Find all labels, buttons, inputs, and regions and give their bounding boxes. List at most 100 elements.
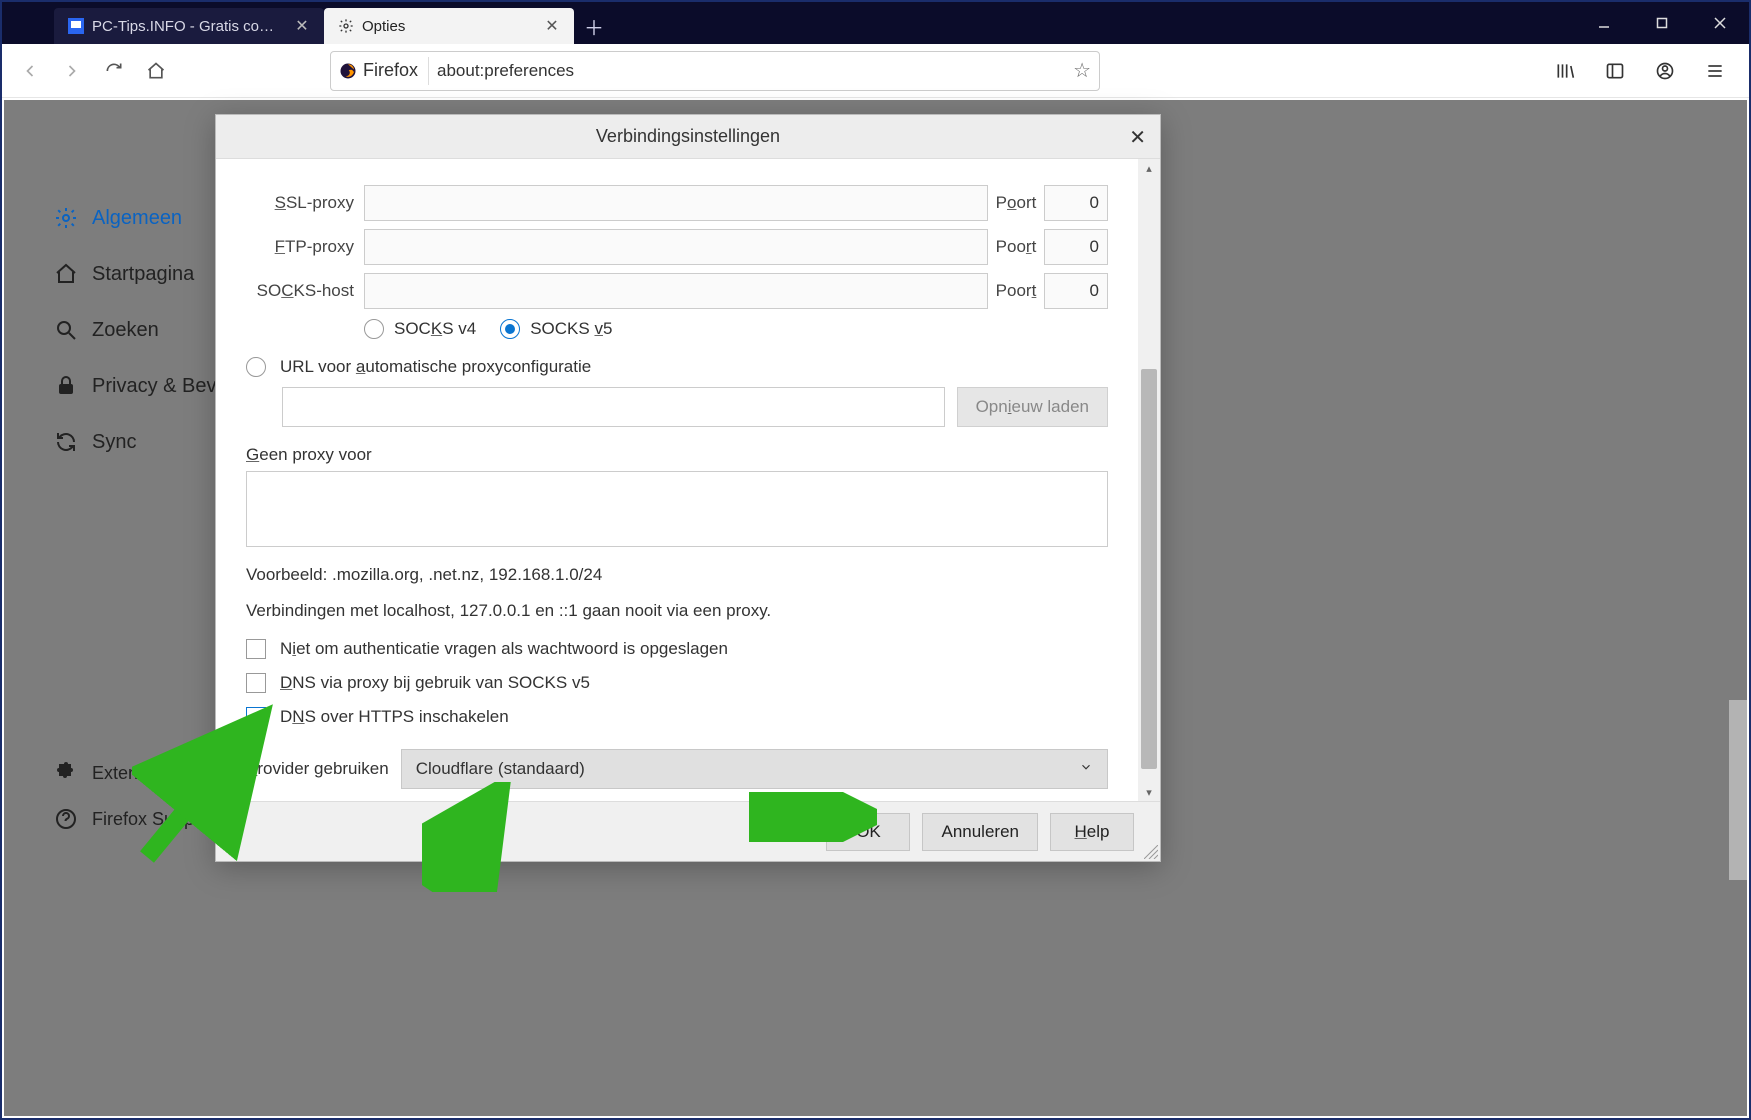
titlebar: PC-Tips.INFO - Gratis compute ✕ Opties ✕… [2,2,1749,44]
newtab-button[interactable]: ＋ [574,8,614,44]
bookmark-star-icon[interactable]: ☆ [1073,58,1091,83]
row-ftp-proxy: FTP-proxy Poort [246,229,1108,265]
category-label: Algemeen [92,207,182,230]
radio-label: URL voor automatische proxyconfiguratie [280,357,591,377]
chevron-down-icon [1079,759,1093,779]
close-icon[interactable]: ✕ [294,18,310,34]
urlbar[interactable]: Firefox about:preferences ☆ [330,51,1100,91]
checkbox-icon [246,707,266,727]
window-maximize-button[interactable] [1633,2,1691,44]
scroll-down-icon[interactable]: ▾ [1138,783,1160,801]
window-minimize-button[interactable] [1575,2,1633,44]
check-dns-via-proxy[interactable]: DNS via proxy bij gebruik van SOCKS v5 [246,673,1108,693]
account-button[interactable] [1647,53,1683,89]
socks-host-input[interactable] [364,273,988,309]
tab-title: PC-Tips.INFO - Gratis compute [92,18,286,35]
pac-row: Opnieuw laden [282,387,1108,427]
gear-icon [338,18,354,34]
help-button[interactable]: Help [1050,813,1134,851]
radio-socks-v4[interactable]: SOCKS v4 [364,319,476,339]
provider-select[interactable]: Cloudflare (standaard) [401,749,1108,789]
category-support[interactable]: Firefox Support [54,796,215,842]
radio-label: SOCKS v4 [394,319,476,339]
search-icon [54,318,78,342]
home-button[interactable] [138,53,174,89]
window-close-button[interactable] [1691,2,1749,44]
checkbox-label: Niet om authenticatie vragen als wachtwo… [280,639,728,659]
radio-label: SOCKS v5 [530,319,612,339]
home-icon [54,262,78,286]
check-no-auth-prompt[interactable]: Niet om authenticatie vragen als wachtwo… [246,639,1108,659]
ssl-port-input[interactable] [1044,185,1108,221]
check-dns-over-https[interactable]: DNS over HTTPS inschakelen [246,707,1108,727]
firefox-icon [339,62,357,80]
category-label: Privacy & Beve [92,375,228,398]
dialog-footer: OK Annuleren Help [216,801,1160,861]
app-menu-button[interactable] [1697,53,1733,89]
category-label: Startpagina [92,263,194,286]
localhost-note: Verbindingen met localhost, 127.0.0.1 en… [246,598,1108,624]
tab-title: Opties [362,18,536,35]
checkbox-label: DNS over HTTPS inschakelen [280,707,509,727]
close-icon[interactable]: ✕ [544,18,560,34]
checkbox-icon [246,639,266,659]
socks-host-label: SOCKS-host [246,281,364,301]
category-extensions[interactable]: Extensies & T [54,750,215,796]
identity-label: Firefox [363,60,418,81]
category-label: Firefox Support [92,809,215,830]
row-ssl-proxy: SSL-proxy Poort [246,185,1108,221]
identity-box[interactable]: Firefox [339,57,429,85]
socks-version-row: SOCKS v4 SOCKS v5 [364,319,1108,339]
ssl-proxy-label: SSL-proxy [246,193,364,213]
resize-grip-icon[interactable] [1144,845,1158,859]
tab-pctips[interactable]: PC-Tips.INFO - Gratis compute ✕ [54,8,324,44]
port-label: Poort [988,281,1044,301]
connection-settings-dialog: Verbindingsinstellingen ✕ SSL-proxy Poor… [215,114,1161,862]
no-proxy-label: Geen proxy voor [246,445,1108,465]
row-socks-host: SOCKS-host Poort [246,273,1108,309]
ftp-port-input[interactable] [1044,229,1108,265]
checkbox-label: DNS via proxy bij gebruik van SOCKS v5 [280,673,590,693]
category-label: Zoeken [92,319,159,342]
provider-value: Cloudflare (standaard) [416,759,585,779]
radio-socks-v5[interactable]: SOCKS v5 [500,319,612,339]
checkbox-icon [246,673,266,693]
reload-button[interactable]: Opnieuw laden [957,387,1108,427]
ftp-proxy-input[interactable] [364,229,988,265]
sidebar-toggle-button[interactable] [1597,53,1633,89]
provider-label: Provider gebruiken [246,759,389,779]
category-label: Extensies & T [92,763,203,784]
url-text: about:preferences [437,61,1065,81]
window-controls [1575,2,1749,44]
dialog-close-button[interactable]: ✕ [1129,125,1146,150]
lock-icon [54,374,78,398]
radio-auto-proxy-url[interactable]: URL voor automatische proxyconfiguratie [246,357,1108,377]
dialog-title: Verbindingsinstellingen [596,126,780,147]
port-label: Poort [988,193,1044,213]
nav-toolbar: Firefox about:preferences ☆ [2,44,1749,98]
port-label: Poort [988,237,1044,257]
page-scrollbar-thumb[interactable] [1729,700,1747,880]
socks-port-input[interactable] [1044,273,1108,309]
cancel-button[interactable]: Annuleren [922,813,1038,851]
ssl-proxy-input[interactable] [364,185,988,221]
tab-opties[interactable]: Opties ✕ [324,8,574,44]
pac-url-input[interactable] [282,387,945,427]
provider-row: Provider gebruiken Cloudflare (standaard… [246,749,1108,789]
example-hint: Voorbeeld: .mozilla.org, .net.nz, 192.16… [246,562,1108,588]
help-icon [54,807,78,831]
sync-icon [54,430,78,454]
scrollbar-thumb[interactable] [1141,369,1157,769]
no-proxy-textarea[interactable] [246,471,1108,547]
forward-button[interactable] [54,53,90,89]
scroll-up-icon[interactable]: ▴ [1138,159,1160,177]
ftp-proxy-label: FTP-proxy [246,237,364,257]
ok-button[interactable]: OK [826,813,910,851]
reload-button[interactable] [96,53,132,89]
dialog-body: SSL-proxy Poort FTP-proxy Poort SOCKS-ho… [216,159,1160,801]
back-button[interactable] [12,53,48,89]
dialog-header: Verbindingsinstellingen ✕ [216,115,1160,159]
library-button[interactable] [1547,53,1583,89]
dialog-scrollbar[interactable]: ▴ ▾ [1138,159,1160,801]
gear-icon [54,206,78,230]
